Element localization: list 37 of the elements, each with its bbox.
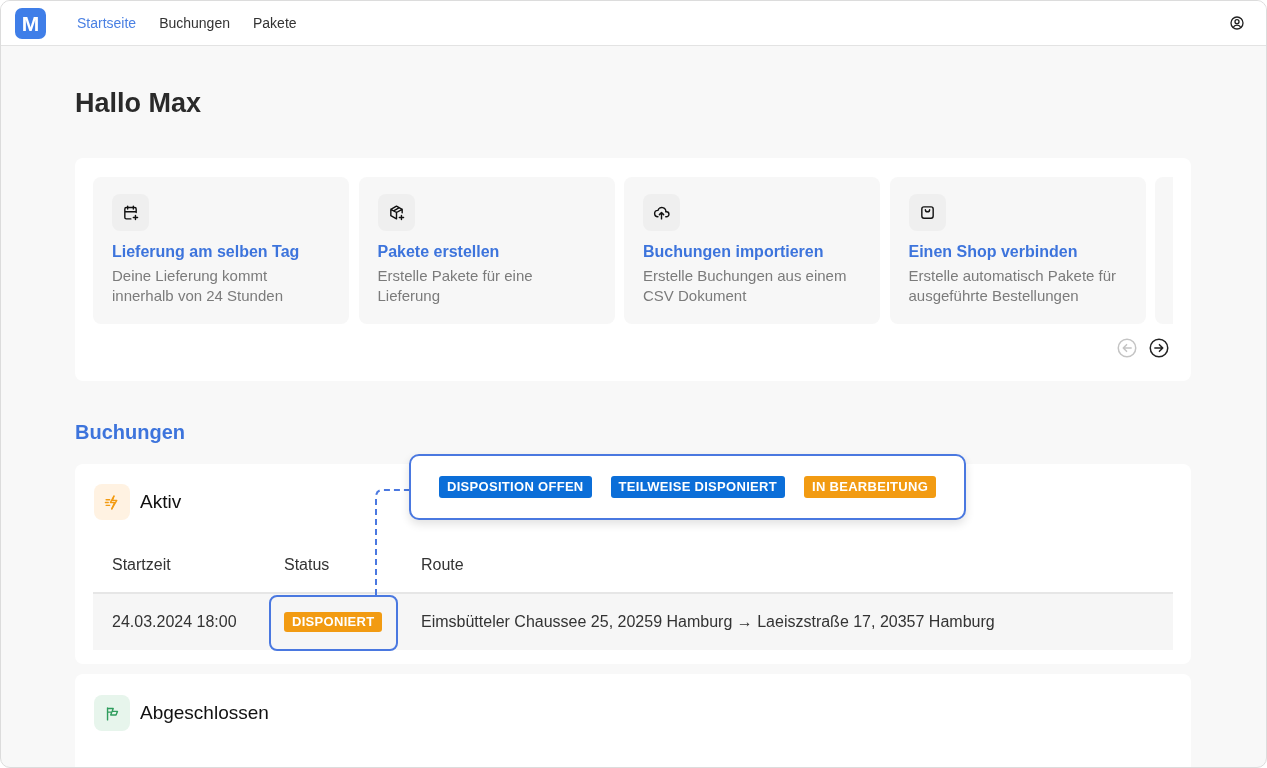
card-title: Lieferung am selben Tag — [112, 242, 301, 262]
column-header: Startzeit — [112, 556, 171, 573]
status-badge: DISPOSITION OFFEN — [439, 476, 592, 498]
nav-link[interactable]: Pakete — [253, 15, 297, 31]
action-card[interactable]: Einen Shop verbinden Erstelle automatisch Pakete für ausgeführte Bestellungen — [889, 177, 1146, 324]
table-cell: Eimsbütteler Chaussee 25, 20259 Hamburg → Laeiszstraße 17, 20357 Hamburg — [421, 613, 995, 630]
table-cell: 24.03.2024 18:00 — [112, 613, 237, 630]
nav-link[interactable]: Startseite — [77, 15, 137, 31]
action-card[interactable]: Pakete erstellen Erstelle Pakete für eine Lieferung — [358, 177, 615, 324]
action-card[interactable]: Lieferung am selben Tag Deine Lieferung kommt innerhalb von 24 Stunden — [93, 177, 349, 324]
nav-link[interactable]: Buchungen — [159, 15, 230, 31]
card-description: Erstelle Buchungen aus einem CSV Dokument — [643, 266, 848, 306]
cloud-upload-icon — [643, 194, 680, 231]
section-heading: Buchungen — [75, 420, 186, 445]
logo[interactable]: M — [15, 7, 46, 39]
card-description: Deine Lieferung kommt innerhalb von 24 Stunden — [112, 266, 284, 306]
card-title: Einen Shop verbinden — [908, 242, 1079, 262]
status-badge: TEILWEISE DISPONIERT — [610, 476, 785, 498]
package-plus-icon — [377, 194, 415, 231]
user-icon[interactable] — [1229, 15, 1245, 31]
card-description: Erstelle automatisch Pakete für ausgeführte Bestellungen — [908, 266, 1118, 306]
page-title: Hallo Max — [75, 87, 203, 120]
card-title: Pakete erstellen — [377, 242, 501, 262]
calendar-plus-icon — [112, 194, 149, 231]
card-title: Buchungen importieren — [643, 242, 825, 262]
panel-title: Abgeschlossen — [140, 702, 269, 724]
shopping-bag-icon — [908, 194, 946, 231]
status-badge: DISPONIERT — [284, 612, 383, 632]
column-header: Status — [284, 556, 330, 573]
panel-title: Aktiv — [140, 491, 182, 513]
arrow-right-icon[interactable] — [1149, 338, 1169, 358]
flag-icon — [94, 695, 130, 731]
card-description: Erstelle Pakete für eine Lieferung — [377, 266, 534, 306]
status-badge: IN BEARBEITUNG — [804, 476, 937, 498]
action-card[interactable]: Buchungen importieren Erstelle Buchungen aus einem CSV Dokument — [624, 177, 880, 324]
lightning-icon — [94, 484, 130, 520]
column-header: Route — [421, 556, 464, 573]
